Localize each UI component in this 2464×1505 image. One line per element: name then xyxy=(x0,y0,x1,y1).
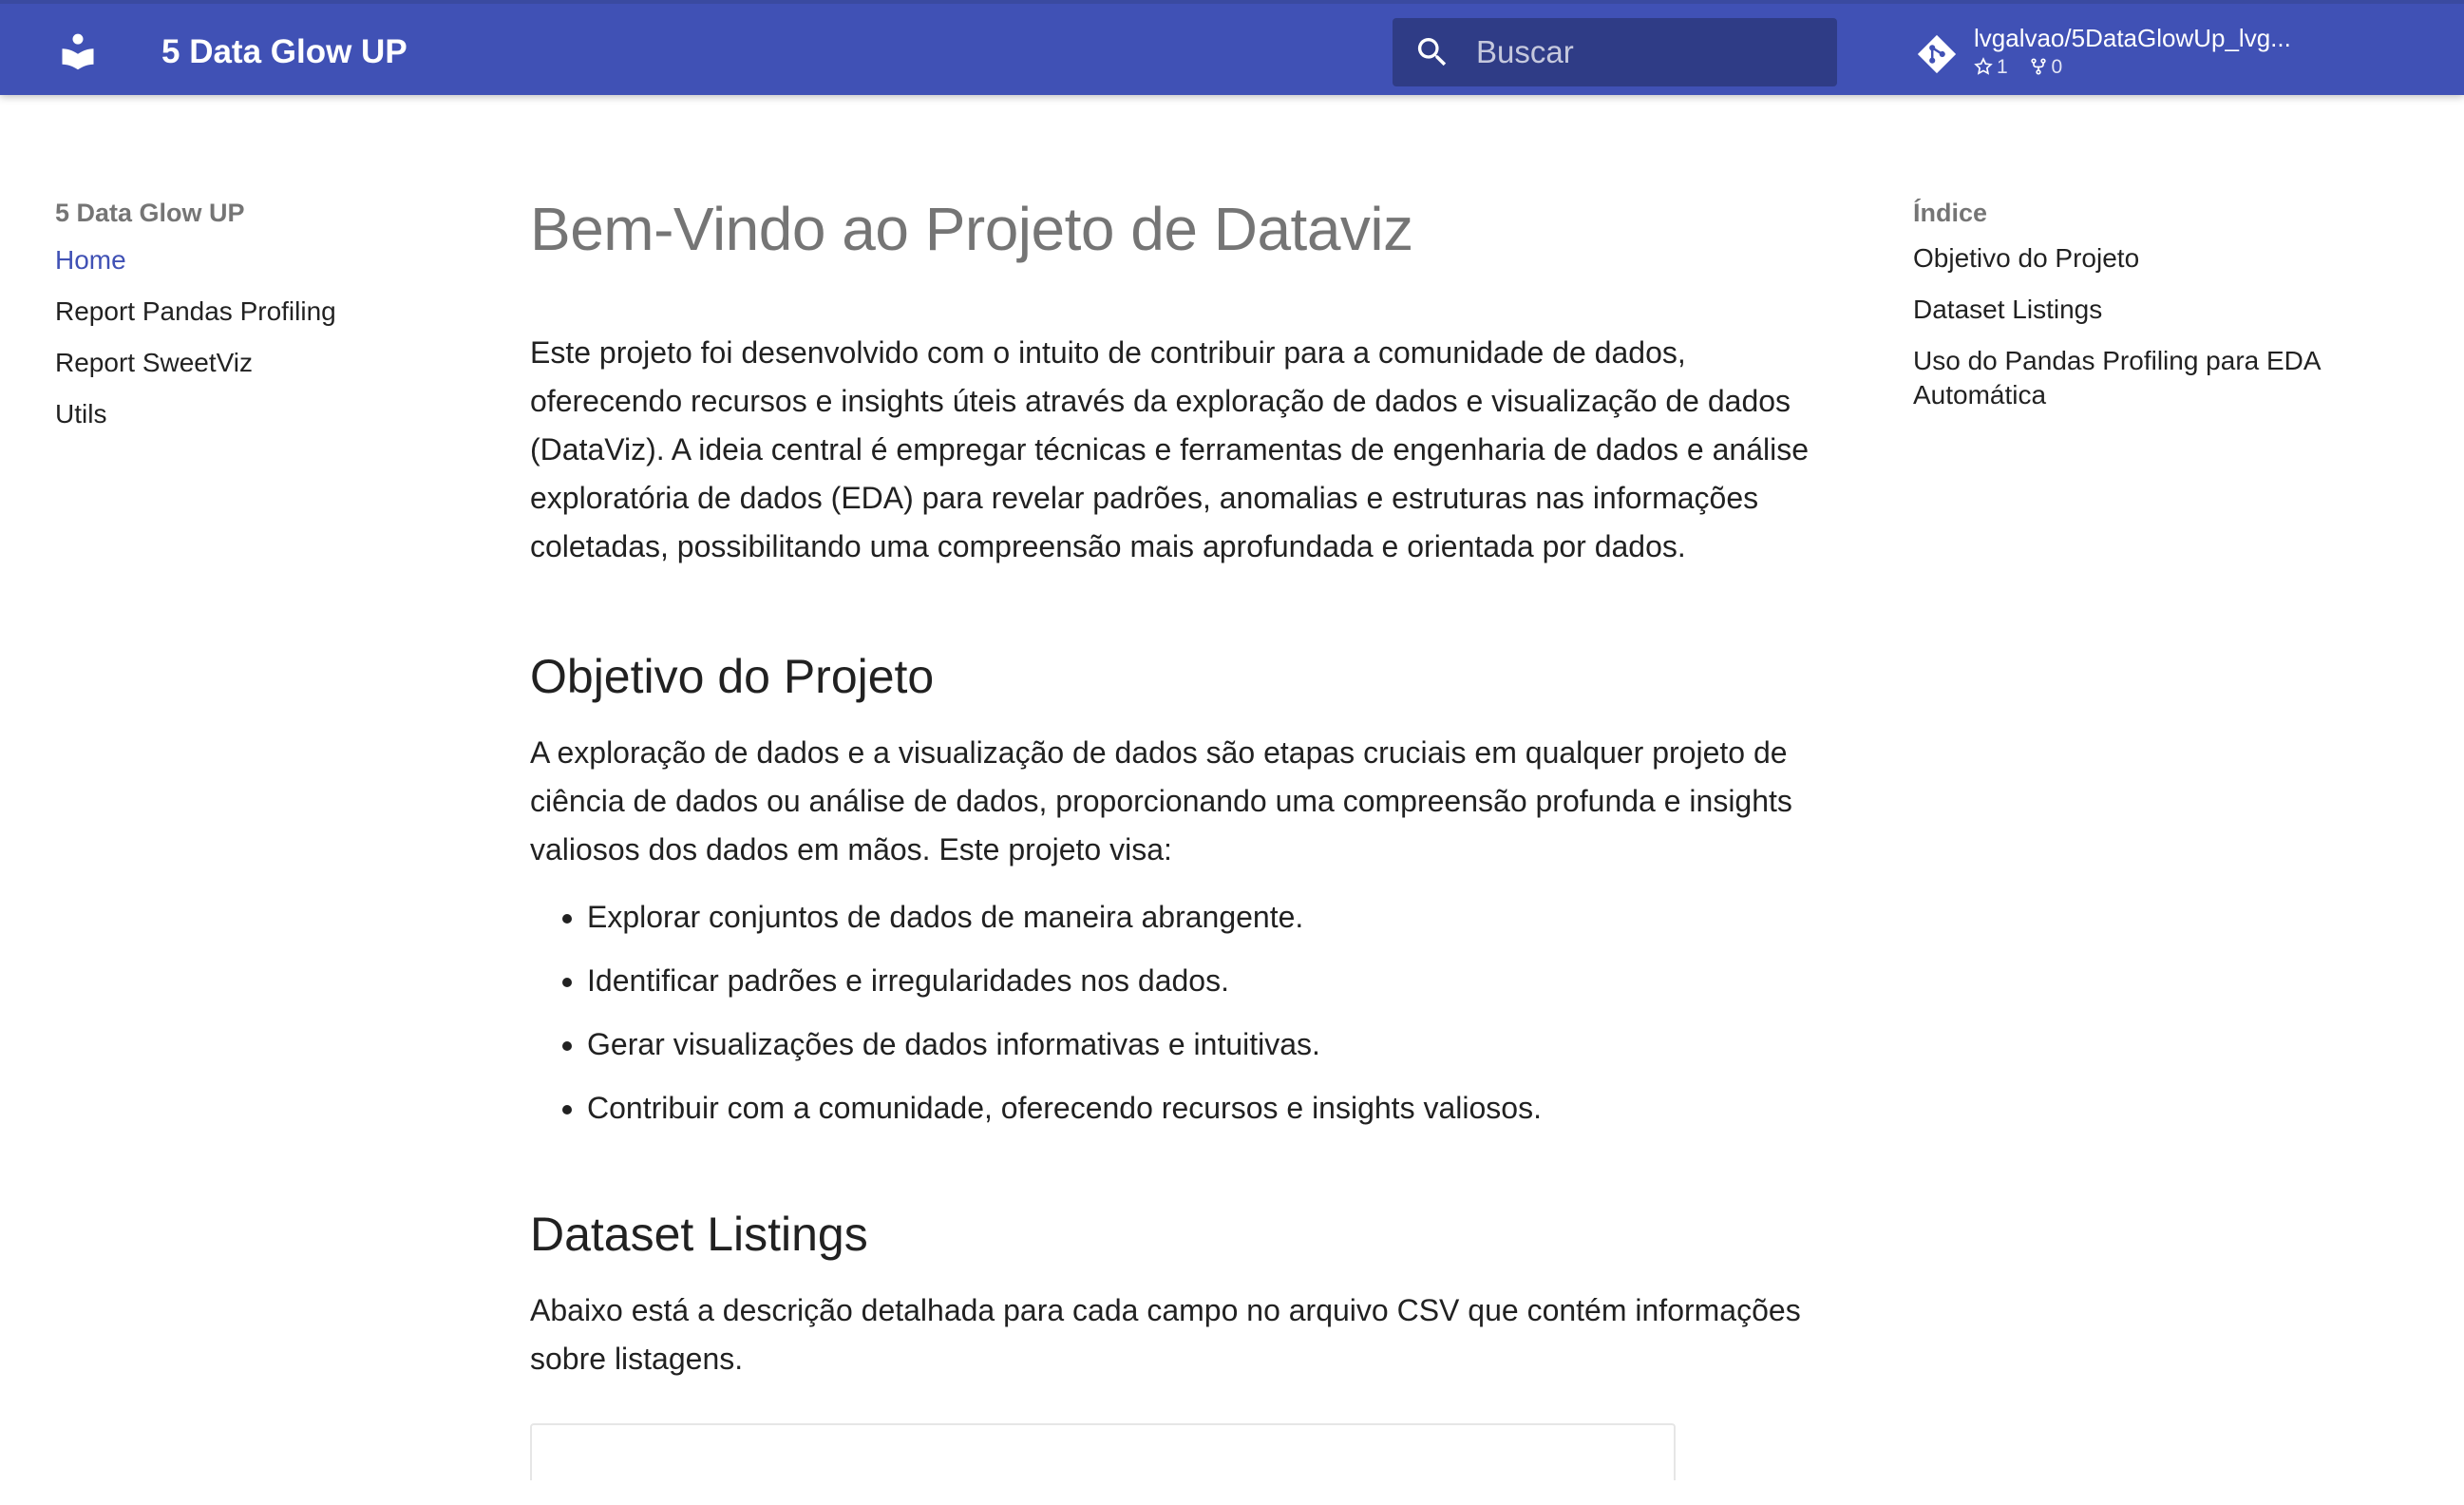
list-item: Explorar conjuntos de dados de maneira a… xyxy=(587,893,1812,942)
list-item: Gerar visualizações de dados informativa… xyxy=(587,1020,1812,1069)
search-icon xyxy=(1417,38,1447,67)
toc-item-objetivo[interactable]: Objetivo do Projeto xyxy=(1913,241,2360,276)
list-item: Contribuir com a comunidade, oferecendo … xyxy=(587,1084,1812,1133)
section-heading-dataset-listings: Dataset Listings xyxy=(530,1208,868,1261)
primary-navigation: 5 Data Glow UP Home Report Pandas Profil… xyxy=(55,194,454,447)
book-reader-icon[interactable] xyxy=(57,30,99,72)
section-heading-objetivo: Objetivo do Projeto xyxy=(530,650,935,703)
repository-facts: 1 0 xyxy=(1974,55,2077,80)
toc-list: Objetivo do Projeto Dataset Listings Uso… xyxy=(1913,241,2360,412)
repository-name: lvgalvao/5DataGlowUp_lvg... xyxy=(1974,24,2291,52)
site-title[interactable]: 5 Data Glow UP xyxy=(161,31,408,73)
toc-title: Índice xyxy=(1913,199,1988,227)
git-icon xyxy=(1917,34,1957,74)
intro-paragraph: Este projeto foi desenvolvido com o intu… xyxy=(530,335,1809,563)
fork-icon xyxy=(2030,58,2046,75)
main-content: Bem-Vindo ao Projeto de Dataviz Este pro… xyxy=(530,186,1812,1480)
header-bar: 5 Data Glow UP Buscar lvgalvao/5DataGlow… xyxy=(0,0,2464,95)
stars-count: 1 xyxy=(1974,55,2008,80)
table-of-contents: Índice Objetivo do Projeto Dataset Listi… xyxy=(1913,194,2360,429)
objetivo-list: Explorar conjuntos de dados de maneira a… xyxy=(530,893,1812,1133)
objetivo-paragraph: A exploração de dados e a visualização d… xyxy=(530,735,1792,867)
list-item: Identificar padrões e irregularidades no… xyxy=(587,957,1812,1005)
search-placeholder: Buscar xyxy=(1476,34,1574,69)
search-input[interactable]: Buscar xyxy=(1393,18,1837,86)
nav-item-utils[interactable]: Utils xyxy=(55,395,454,433)
data-table xyxy=(530,1423,1676,1480)
star-icon xyxy=(1974,57,1993,75)
nav-item-report-pandas-profiling[interactable]: Report Pandas Profiling xyxy=(55,293,454,331)
page-title: Bem-Vindo ao Projeto de Dataviz xyxy=(530,195,1413,263)
nav-item-report-sweetviz[interactable]: Report SweetViz xyxy=(55,344,454,382)
forks-count: 0 xyxy=(2029,55,2062,80)
toc-item-pandas-profiling[interactable]: Uso do Pandas Profiling para EDA Automát… xyxy=(1913,344,2360,412)
nav-title: 5 Data Glow UP xyxy=(55,199,245,227)
toc-item-dataset-listings[interactable]: Dataset Listings xyxy=(1913,293,2360,327)
dataset-paragraph: Abaixo está a descrição detalhada para c… xyxy=(530,1293,1801,1376)
repository-link[interactable]: lvgalvao/5DataGlowUp_lvg... 1 0 xyxy=(1911,21,2320,86)
nav-item-home[interactable]: Home xyxy=(55,241,454,279)
nav-list: Home Report Pandas Profiling Report Swee… xyxy=(55,241,454,433)
